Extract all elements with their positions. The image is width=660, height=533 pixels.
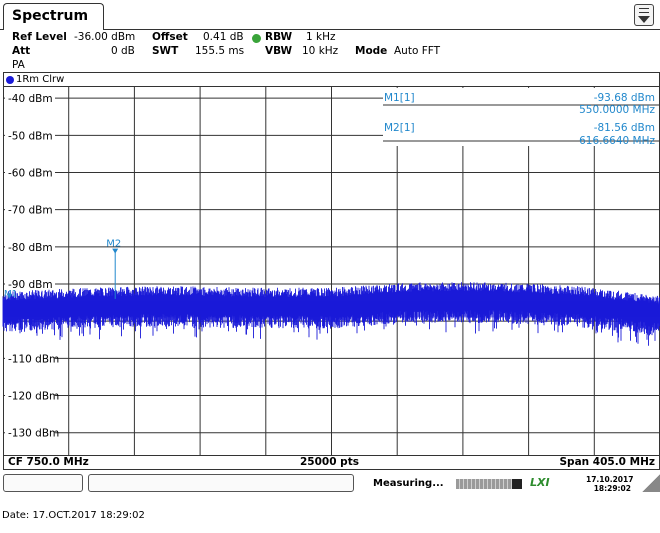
marker-name: M1[1] (384, 92, 415, 104)
measuring-status: Measuring... (373, 478, 444, 489)
sweep-points: 25000 pts (300, 456, 359, 468)
y-tick-label: -80 dBm (8, 242, 53, 254)
status-date: 17.10.2017 (586, 475, 634, 484)
frequency-bar: CF 750.0 MHz 25000 pts Span 405.0 MHz (3, 455, 660, 470)
corner-fold-icon (642, 474, 660, 492)
marker-table: M1[1] -93.68 dBm550.0000 MHz M2[1] -81.56 d… (383, 88, 659, 147)
y-tick-label: -40 dBm (8, 93, 53, 105)
status-field-2[interactable] (88, 474, 354, 492)
center-frequency: CF 750.0 MHz (8, 456, 89, 468)
y-tick-label: -120 dBm (8, 391, 59, 403)
marker-m2-label: M2 (106, 239, 121, 250)
y-axis-ticks: -40 dBm-50 dBm-60 dBm-70 dBm-80 dBm-90 d… (5, 91, 59, 440)
trace-core (3, 300, 660, 318)
status-bar: Measuring... LXI 17.10.2017 18:29:02 (0, 472, 660, 494)
y-tick-label: -130 dBm (8, 428, 59, 440)
marker-m1-label: M1 (4, 290, 18, 300)
span-value: Span 405.0 MHz (559, 456, 655, 468)
y-tick-label: -70 dBm (8, 205, 53, 217)
y-tick-label: -50 dBm (8, 130, 53, 142)
marker-level: -93.68 dBm (594, 92, 655, 104)
status-field-1[interactable] (3, 474, 83, 492)
marker-frequency: 550.0000 MHz (579, 104, 655, 116)
footer-date: Date: 17.OCT.2017 18:29:02 (2, 510, 145, 521)
lxi-logo: LXI (530, 476, 550, 489)
status-time: 18:29:02 (593, 484, 631, 493)
marker-name: M2[1] (384, 122, 415, 134)
y-tick-label: -110 dBm (8, 353, 59, 365)
status-datetime: 17.10.2017 18:29:02 (586, 475, 634, 493)
marker-level: -81.56 dBm (594, 122, 655, 134)
spectrum-plot[interactable]: -40 dBm-50 dBm-60 dBm-70 dBm-80 dBm-90 d… (0, 0, 660, 470)
progress-end-icon (512, 479, 522, 489)
marker-frequency: 616.6640 MHz (579, 135, 655, 147)
y-tick-label: -60 dBm (8, 167, 53, 179)
